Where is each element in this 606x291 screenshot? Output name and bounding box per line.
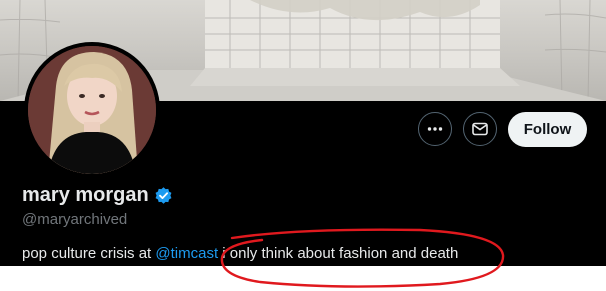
more-horizontal-icon: [427, 127, 443, 131]
profile-bio: pop culture crisis at @timcast i only th…: [22, 245, 458, 262]
more-button[interactable]: [418, 112, 452, 146]
verified-badge-icon[interactable]: [154, 186, 173, 205]
profile-header: Follow mary morgan @maryarchived pop cul…: [0, 0, 606, 266]
envelope-icon: [472, 122, 488, 136]
bio-mention-link[interactable]: @timcast: [155, 245, 218, 262]
message-button[interactable]: [463, 112, 497, 146]
display-name: mary morgan: [22, 184, 149, 206]
profile-avatar[interactable]: [24, 42, 160, 178]
name-row: mary morgan: [22, 184, 173, 207]
follow-button[interactable]: Follow: [508, 112, 587, 147]
bio-text-prefix: pop culture crisis at: [22, 245, 156, 262]
bio-text-suffix: i only think about fashion and death: [218, 245, 459, 262]
avatar-photo: [28, 46, 156, 174]
username-handle: @maryarchived: [22, 211, 128, 228]
